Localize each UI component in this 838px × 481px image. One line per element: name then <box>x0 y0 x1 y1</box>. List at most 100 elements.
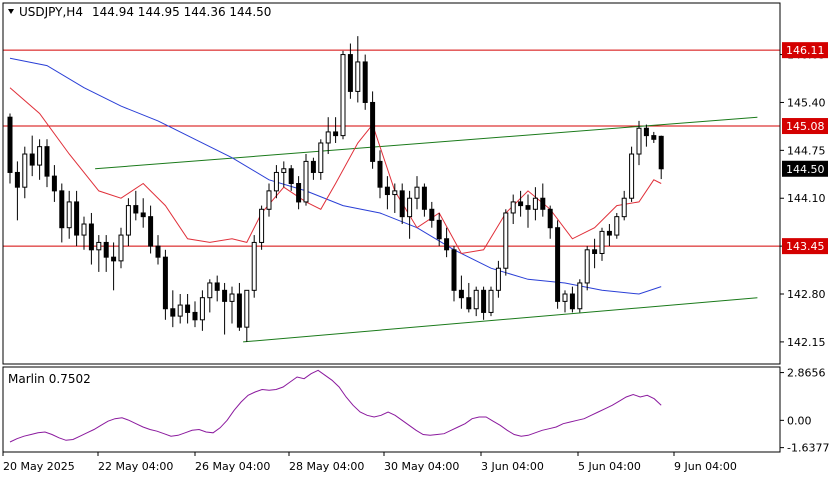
candle <box>614 212 620 239</box>
bear-candle-body <box>133 205 139 214</box>
price-tick-label: 145.40 <box>787 96 826 109</box>
bear-candle-body <box>333 131 339 137</box>
bear-candle-body <box>370 101 376 162</box>
bull-candle-body <box>325 131 331 144</box>
bear-candle-body <box>466 297 472 310</box>
bull-candle-body <box>251 241 257 291</box>
bull-candle-body <box>629 153 635 199</box>
bull-candle-body <box>577 282 583 310</box>
candle <box>577 279 583 313</box>
bull-candle-body <box>81 223 87 236</box>
bear-candle-body <box>444 238 450 251</box>
bear-candle-body <box>525 205 531 210</box>
bull-candle-body <box>37 146 43 166</box>
chart-canvas: USDJPY,H4 144.94 144.95 144.36 144.50 Ma… <box>0 0 838 477</box>
time-tick-label: 9 Jun 04:00 <box>674 460 737 473</box>
bear-candle-body <box>429 208 435 221</box>
bear-candle-body <box>140 212 146 218</box>
bear-candle-body <box>458 289 464 299</box>
candle <box>303 154 309 206</box>
oscillator-tick-label: -1.6377 <box>787 442 829 455</box>
bull-candle-body <box>259 208 265 243</box>
candle <box>370 91 376 169</box>
bull-candle-body <box>473 289 479 310</box>
bear-candle-body <box>288 168 294 184</box>
bear-candle-body <box>436 219 442 240</box>
price-tick-label: 142.80 <box>787 288 826 301</box>
bear-candle-body <box>192 311 198 321</box>
time-tick-label: 20 May 2025 <box>3 460 75 473</box>
bull-candle-body <box>488 289 494 313</box>
bear-candle-body <box>148 216 154 247</box>
oscillator-title: Marlin 0.7502 <box>8 372 91 386</box>
bull-candle-body <box>495 267 501 291</box>
bear-candle-body <box>384 186 390 196</box>
bear-candle-body <box>347 54 353 92</box>
bear-candle-body <box>185 304 191 313</box>
bull-candle-body <box>503 212 509 269</box>
current-price-tag-label: 144.50 <box>786 163 825 176</box>
candle <box>340 50 346 140</box>
candle <box>488 286 494 317</box>
bear-candle-body <box>421 186 427 210</box>
bull-candle-body <box>244 289 250 328</box>
bear-candle-body <box>14 171 20 188</box>
bear-candle-body <box>540 197 546 210</box>
price-tick-label: 144.75 <box>787 144 826 157</box>
bear-candle-body <box>651 135 657 140</box>
candle <box>555 220 561 309</box>
bear-candle-body <box>362 61 368 103</box>
bear-candle-body <box>481 289 487 313</box>
bull-candle-body <box>118 234 124 262</box>
bull-candle-body <box>66 201 72 229</box>
bull-candle-body <box>636 127 642 155</box>
bear-candle-body <box>88 223 94 251</box>
bear-candle-body <box>592 249 598 254</box>
bull-candle-body <box>229 293 235 302</box>
bear-candle-body <box>518 201 524 207</box>
candle <box>362 54 368 110</box>
bull-candle-body <box>207 282 213 299</box>
bull-candle-body <box>22 153 28 188</box>
price-tick-label: 144.10 <box>787 192 826 205</box>
bull-candle-body <box>532 197 538 210</box>
bull-candle-body <box>266 190 272 210</box>
bear-candle-body <box>44 146 50 177</box>
oscillator-tick-label: 0.00 <box>787 414 812 427</box>
bear-candle-body <box>399 190 405 218</box>
bear-candle-body <box>547 208 553 229</box>
bull-candle-body <box>407 197 413 218</box>
bear-candle-body <box>7 116 13 173</box>
bear-candle-body <box>103 241 109 258</box>
candle <box>629 146 635 202</box>
bull-candle-body <box>125 205 131 236</box>
bear-candle-body <box>606 230 612 236</box>
bull-candle-body <box>340 54 346 137</box>
candle <box>503 209 509 276</box>
time-tick-label: 5 Jun 04:00 <box>578 460 641 473</box>
bear-candle-body <box>451 249 457 291</box>
bear-candle-body <box>214 282 220 291</box>
bull-candle-body <box>303 160 309 203</box>
bull-candle-body <box>281 168 287 173</box>
time-tick-label: 3 Jun 04:00 <box>481 460 544 473</box>
bull-candle-body <box>510 201 516 214</box>
level-price-tag-label: 143.45 <box>786 240 825 253</box>
candle <box>251 235 257 298</box>
bear-candle-body <box>643 127 649 137</box>
bull-candle-body <box>177 304 183 317</box>
bull-candle-body <box>355 61 361 92</box>
ohlc-readout: 144.94 144.95 144.36 144.50 <box>92 5 271 19</box>
bear-candle-body <box>310 160 316 173</box>
bear-candle-body <box>377 160 383 188</box>
bear-candle-body <box>111 256 117 262</box>
bear-candle-body <box>658 135 664 170</box>
bull-candle-body <box>614 216 620 236</box>
bear-candle-body <box>222 289 228 302</box>
bull-candle-body <box>318 142 324 173</box>
chart-window: USDJPY,H4 144.94 144.95 144.36 144.50 Ma… <box>0 0 838 477</box>
bull-candle-body <box>562 293 568 302</box>
bear-candle-body <box>155 245 161 258</box>
time-tick-label: 26 May 04:00 <box>195 460 270 473</box>
bull-candle-body <box>584 249 590 284</box>
